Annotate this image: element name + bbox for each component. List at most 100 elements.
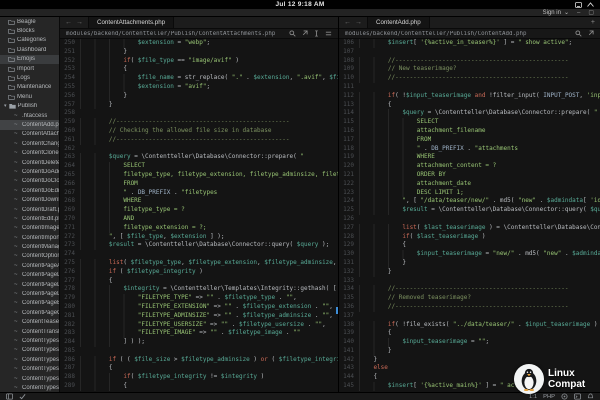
code-line[interactable]: 279"FILETYPE_TYPE" => "" . $filetype_typ… bbox=[60, 294, 338, 303]
expand-icon[interactable] bbox=[587, 30, 594, 37]
sidebar-file[interactable]: ~ContentClone.p bbox=[0, 148, 59, 157]
sidebar-file[interactable]: ~ContentImport. bbox=[0, 233, 59, 242]
code-line[interactable]: 282"FILETYPE_USERSIZE" => "" . $filetype… bbox=[60, 321, 338, 330]
sidebar-folder-logs[interactable]: Logs bbox=[0, 73, 59, 82]
sidebar-file[interactable]: ~ContentDelete bbox=[0, 158, 59, 167]
code-line[interactable]: 257} bbox=[60, 101, 338, 110]
code-line[interactable]: 132} bbox=[339, 268, 600, 277]
maximize-button[interactable]: ▢ bbox=[588, 9, 594, 17]
sidebar-file[interactable]: ~ContentTypesC bbox=[0, 336, 59, 345]
code-line[interactable]: 263$query = \Contentteller\Database\Conn… bbox=[60, 153, 338, 162]
code-line[interactable]: 258 bbox=[60, 109, 338, 118]
new-tab-button[interactable]: + bbox=[586, 17, 600, 28]
tab-contentadd[interactable]: ContentAdd.php bbox=[367, 17, 430, 28]
expand-icon[interactable] bbox=[301, 30, 308, 37]
code-line[interactable]: 137 bbox=[339, 312, 600, 321]
sidebar-file[interactable]: ~ContentAdd.ph bbox=[0, 120, 59, 129]
code-line[interactable]: 278$integrity = \Contentteller\Templates… bbox=[60, 285, 338, 294]
code-line[interactable]: 275list( $filetype_type, $filetype_exten… bbox=[60, 259, 338, 268]
code-line[interactable]: 273$result = \Contentteller\Database\Con… bbox=[60, 241, 338, 250]
sidebar-file[interactable]: ~ContentTransla bbox=[0, 327, 59, 336]
assistant-icon[interactable] bbox=[561, 393, 568, 400]
project-panel-toggle-icon[interactable] bbox=[6, 393, 13, 400]
code-editor-right[interactable]: 106$insert[ '{%active_in_teaser%}' ] = "… bbox=[339, 39, 600, 392]
bell-icon[interactable] bbox=[587, 393, 594, 400]
code-line[interactable]: 126 bbox=[339, 215, 600, 224]
code-line[interactable]: 260// Checking the allowed file size in … bbox=[60, 127, 338, 136]
clock[interactable]: Jul 12 9:18 AM bbox=[275, 1, 324, 8]
code-line[interactable]: 288if( $filetype_integrity != $integrity… bbox=[60, 373, 338, 382]
code-line[interactable]: 111 bbox=[339, 83, 600, 92]
sidebar-file[interactable]: ~ContentOption bbox=[0, 252, 59, 261]
code-line[interactable]: 280"FILETYPE_EXTENSION" => "" . $filetyp… bbox=[60, 303, 338, 312]
code-line[interactable]: 252if( $file_type == "image/avif" ) bbox=[60, 57, 338, 66]
code-line[interactable]: 259//-----------------------------------… bbox=[60, 118, 338, 127]
code-line[interactable]: 109// New teaserimage? bbox=[339, 65, 600, 74]
code-editor-left[interactable]: 250$extension = "webp";251}252if( $file_… bbox=[60, 39, 338, 392]
code-line[interactable]: 276if ( $filetype_integrity ) bbox=[60, 268, 338, 277]
search-icon[interactable] bbox=[289, 30, 296, 37]
code-line[interactable]: 284] ) ); bbox=[60, 338, 338, 347]
code-line[interactable]: 139{ bbox=[339, 329, 600, 338]
code-line[interactable]: 255$extension = "avif"; bbox=[60, 83, 338, 92]
code-line[interactable]: 118" . DB_PREFIX . "attachments bbox=[339, 145, 600, 154]
sidebar-file[interactable]: ~ContentTypesE bbox=[0, 364, 59, 373]
code-line[interactable]: 274 bbox=[60, 250, 338, 259]
code-line[interactable]: 112if( !$input_teaserimage and !filter_i… bbox=[339, 92, 600, 101]
code-line[interactable]: 117FROM bbox=[339, 136, 600, 145]
code-line[interactable]: 250$extension = "webp"; bbox=[60, 39, 338, 48]
code-line[interactable]: 130$input_teaserimage = "new/" . md5( "n… bbox=[339, 250, 600, 259]
code-line[interactable]: 107 bbox=[339, 48, 600, 57]
code-line[interactable]: 286if ( ( $file_size > $filetype_adminsi… bbox=[60, 356, 338, 365]
sidebar-folder-blocks[interactable]: Blocks bbox=[0, 26, 59, 35]
breadcrumb[interactable]: modules/backend/Contentteller/Publish/Co… bbox=[66, 31, 286, 37]
code-line[interactable]: 271filetype_extension = ?; bbox=[60, 224, 338, 233]
code-line[interactable]: 108//-----------------------------------… bbox=[339, 57, 600, 66]
sidebar-file[interactable]: ~ContentDoAdd. bbox=[0, 167, 59, 176]
code-line[interactable]: 264SELECT bbox=[60, 162, 338, 171]
code-line[interactable]: 134//-----------------------------------… bbox=[339, 285, 600, 294]
terminal-icon[interactable] bbox=[574, 393, 581, 400]
sidebar-file[interactable]: ~.htaccess bbox=[0, 111, 59, 120]
sidebar-file[interactable]: ~ContentTeaser bbox=[0, 318, 59, 327]
code-line[interactable]: 281"FILETYPE_ADMINSIZE" => "" . $filetyp… bbox=[60, 312, 338, 321]
code-line[interactable]: 256} bbox=[60, 92, 338, 101]
code-line[interactable]: 119WHERE bbox=[339, 153, 600, 162]
code-line[interactable]: 254$file_name = str_replace( "." . $exte… bbox=[60, 74, 338, 83]
code-line[interactable]: 124", [ "/data/teaser/new/" . md5( "new"… bbox=[339, 197, 600, 206]
sidebar-file[interactable]: ~ContentTypesD bbox=[0, 355, 59, 364]
cursor-position[interactable]: 1:1 bbox=[529, 394, 537, 400]
code-line[interactable]: 125$result = \Contentteller\Database\Con… bbox=[339, 206, 600, 215]
sidebar-file[interactable]: ~ContentChange bbox=[0, 139, 59, 148]
code-line[interactable]: 251} bbox=[60, 48, 338, 57]
code-line[interactable]: 122attachment_date bbox=[339, 180, 600, 189]
code-line[interactable]: 123DESC LIMIT 1; bbox=[339, 189, 600, 198]
sidebar-file[interactable]: ~ContentPageDo bbox=[0, 289, 59, 298]
code-line[interactable]: 272", [ $file_type, $extension ] ); bbox=[60, 233, 338, 242]
sidebar-folder-publish[interactable]: ▾Publish bbox=[0, 102, 59, 111]
code-line[interactable]: 266FROM bbox=[60, 180, 338, 189]
sidebar-folder-menu[interactable]: Menu bbox=[0, 92, 59, 101]
sidebar-file[interactable]: ~ContentPageDo bbox=[0, 280, 59, 289]
sidebar-file[interactable]: ~ContentPageEd bbox=[0, 299, 59, 308]
diagnostics-icon[interactable] bbox=[19, 393, 26, 400]
sidebar-file[interactable]: ~ContentDraft.p bbox=[0, 205, 59, 214]
code-line[interactable]: 267" . DB_PREFIX . "filetypes bbox=[60, 189, 338, 198]
code-line[interactable]: 261//-----------------------------------… bbox=[60, 136, 338, 145]
sidebar-file[interactable]: ~ContentImageE bbox=[0, 224, 59, 233]
code-line[interactable]: 138if( !file_exists( "../data/teaser/" .… bbox=[339, 321, 600, 330]
breadcrumb[interactable]: modules/backend/Contentteller/Publish/Co… bbox=[345, 31, 572, 37]
code-line[interactable]: 120attachment_content = ? bbox=[339, 162, 600, 171]
code-line[interactable]: 115SELECT bbox=[339, 118, 600, 127]
sidebar-file[interactable]: ~ContentTypesF bbox=[0, 383, 59, 392]
code-line[interactable]: 113{ bbox=[339, 101, 600, 110]
sidebar-file[interactable]: ~ContentManag bbox=[0, 242, 59, 251]
code-line[interactable]: 127list( $last_teaserimage ) = \Contentt… bbox=[339, 224, 600, 233]
language-selector[interactable]: PHP bbox=[543, 394, 555, 400]
sign-in-button[interactable]: Sign in ⌄ bbox=[543, 9, 569, 16]
code-line[interactable]: 106$insert[ '{%active_in_teaser%}' ] = "… bbox=[339, 39, 600, 48]
sidebar-folder-beagle[interactable]: Beagle bbox=[0, 17, 59, 26]
nav-forward-icon[interactable]: → bbox=[355, 19, 362, 26]
sidebar-file[interactable]: ~ContentDownlo bbox=[0, 195, 59, 204]
code-line[interactable]: 285 bbox=[60, 347, 338, 356]
